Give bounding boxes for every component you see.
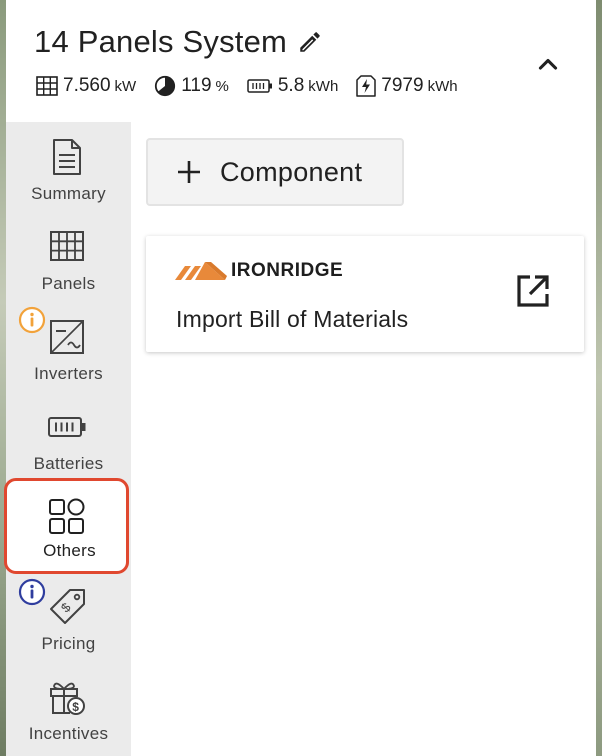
stat-unit: kW [114, 77, 137, 95]
system-stats: 7.560 kW 119 % 5.8 kWh 7979 kWh [36, 75, 476, 97]
panel-header: 14 Panels System 7.560 kW 119 % 5.8 kWh … [6, 0, 596, 122]
price-tag-icon: $ [46, 586, 88, 628]
stat-battery: 5.8 kWh [247, 75, 338, 97]
stat-unit: kWh [308, 77, 339, 95]
add-component-label: Component [220, 156, 363, 187]
sidebar-item-label: Summary [31, 184, 106, 203]
info-icon[interactable] [18, 578, 46, 606]
sidebar-item-label: Pricing [41, 634, 96, 653]
system-title: 14 Panels System [34, 24, 288, 59]
stat-value: 7979 [381, 75, 424, 96]
sidebar-item-panels[interactable]: Panels [6, 212, 131, 302]
title-row: 14 Panels System [34, 24, 323, 60]
brand-name: IRONRIDGE [231, 260, 344, 281]
main-content: Component IRONRIDGE Import Bill of Mater… [131, 122, 596, 756]
sidebar-item-label: Others [43, 541, 96, 560]
stat-system-size: 7.560 kW [36, 75, 136, 97]
system-design-panel: 14 Panels System 7.560 kW 119 % 5.8 kWh … [4, 0, 596, 756]
pencil-icon[interactable] [297, 29, 323, 55]
ironridge-logo: IRONRIDGE [175, 260, 343, 282]
panel-grid-icon [46, 226, 88, 268]
inverter-icon [46, 316, 88, 358]
sidebar-item-label: Panels [41, 274, 96, 293]
sidebar-nav: Summary Panels Inverters Batteries Other… [4, 122, 131, 756]
offset-pie-icon [155, 75, 176, 97]
stat-unit: % [215, 77, 229, 95]
battery-icon [46, 406, 88, 448]
chevron-up-icon[interactable] [534, 50, 562, 78]
import-bom-label: Import Bill of Materials [176, 306, 409, 332]
sidebar-item-label: Incentives [28, 724, 109, 743]
stat-value: 119 [181, 75, 212, 96]
stat-offset: 119 % [154, 75, 229, 97]
battery-icon [247, 79, 272, 93]
stat-value: 7.560 [63, 75, 111, 96]
svg-text:$: $ [58, 599, 74, 615]
stat-unit: kWh [427, 77, 458, 95]
add-component-button[interactable]: Component [146, 138, 404, 206]
open-in-new-icon[interactable] [514, 272, 552, 310]
energy-production-icon [356, 75, 377, 97]
sidebar-item-incentives[interactable]: $ Incentives [6, 662, 131, 752]
sidebar-item-label: Batteries [33, 454, 104, 473]
shapes-icon [46, 496, 88, 538]
stat-production: 7979 kWh [356, 75, 458, 97]
ironridge-logo-mark-icon [175, 262, 227, 280]
warning-info-icon[interactable] [18, 306, 46, 334]
svg-text:$: $ [72, 700, 79, 714]
background-right-edge [596, 0, 602, 756]
gift-dollar-icon: $ [46, 676, 88, 718]
solar-panel-icon [36, 76, 58, 96]
document-icon [46, 136, 88, 178]
ironridge-import-card[interactable]: IRONRIDGE Import Bill of Materials [146, 236, 584, 352]
sidebar-item-label: Inverters [34, 364, 103, 383]
sidebar-item-summary[interactable]: Summary [6, 122, 131, 212]
sidebar-item-batteries[interactable]: Batteries [6, 392, 131, 482]
plus-icon [176, 159, 202, 185]
stat-value: 5.8 [277, 75, 305, 96]
sidebar-item-others[interactable]: Others [4, 478, 129, 574]
